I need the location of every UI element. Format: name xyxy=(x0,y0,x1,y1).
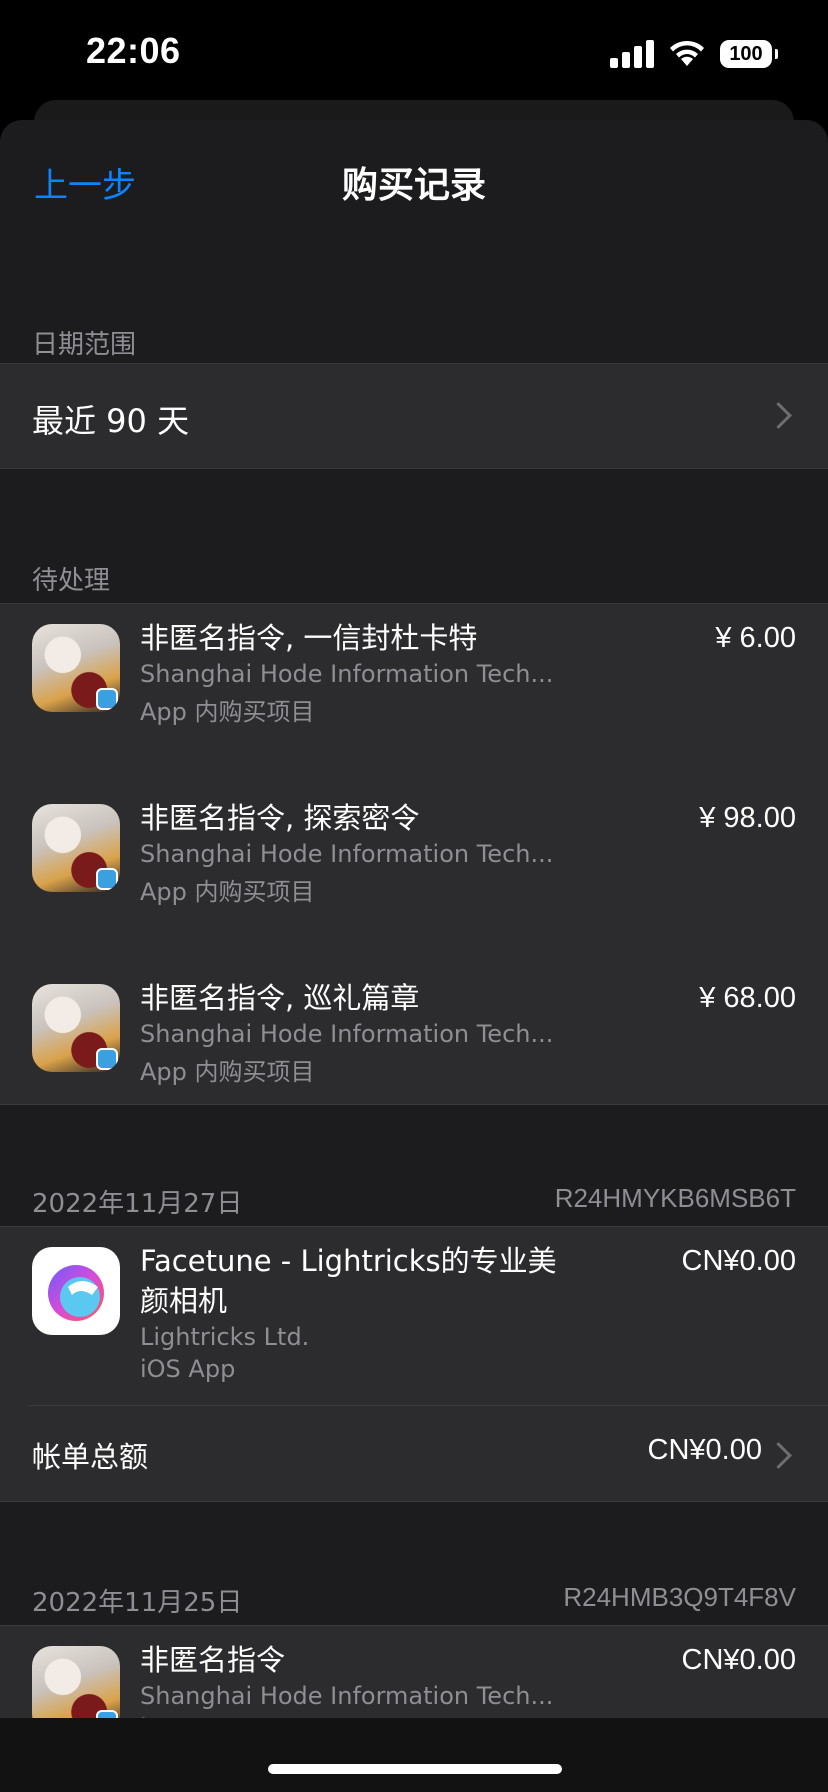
order-id: R24HMYKB6MSB6T xyxy=(554,1183,796,1213)
item-price: CN¥0.00 xyxy=(681,1644,796,1676)
item-type: iOS App xyxy=(140,1355,236,1383)
status-bar: 22:06 100 xyxy=(0,0,828,100)
order-date: 2022年11月25日 xyxy=(32,1588,243,1618)
page-title: 购买记录 xyxy=(341,165,486,206)
item-title: 非匿名指令, 巡礼篇章 xyxy=(140,981,420,1015)
chevron-right-icon xyxy=(765,402,792,429)
bilibili-badge-icon xyxy=(96,868,118,890)
bill-total-label: 帐单总额 xyxy=(32,1440,149,1474)
item-type: App 内购买项目 xyxy=(140,698,315,726)
date-range-row[interactable]: 最近 90 天 xyxy=(0,363,828,469)
date-range-value: 最近 90 天 xyxy=(32,402,190,440)
item-type: App 内购买项目 xyxy=(140,1058,315,1086)
list-item[interactable]: Facetune - Lightricks的专业美颜相机 Lightricks … xyxy=(0,1227,828,1405)
home-indicator[interactable] xyxy=(268,1764,562,1774)
purchase-history-sheet: 上一步 购买记录 日期范围 最近 90 天 待处理 非匿名指令, 一信封杜卡特 … xyxy=(0,120,828,1792)
item-developer: Shanghai Hode Information Tech... xyxy=(140,840,554,868)
bill-total-value: CN¥0.00 xyxy=(647,1434,762,1466)
battery-icon: 100 xyxy=(720,40,778,68)
item-title: 非匿名指令, 一信封杜卡特 xyxy=(140,621,478,655)
list-item[interactable]: 非匿名指令, 探索密令 Shanghai Hode Information Te… xyxy=(0,784,828,964)
item-developer: Lightricks Ltd. xyxy=(140,1323,310,1351)
facetune-logo-icon xyxy=(48,1265,104,1321)
bill-total-row[interactable]: 帐单总额 CN¥0.00 xyxy=(0,1406,828,1502)
bilibili-badge-icon xyxy=(96,688,118,710)
item-developer: Shanghai Hode Information Tech... xyxy=(140,1682,554,1710)
item-developer: Shanghai Hode Information Tech... xyxy=(140,660,554,688)
list-item[interactable]: 非匿名指令, 巡礼篇章 Shanghai Hode Information Te… xyxy=(0,964,828,1144)
game-app-icon xyxy=(32,624,120,712)
item-price: ¥ 68.00 xyxy=(699,982,796,1014)
item-price: CN¥0.00 xyxy=(681,1245,796,1277)
list-item[interactable]: 非匿名指令, 一信封杜卡特 Shanghai Hode Information … xyxy=(0,604,828,784)
bottom-bar xyxy=(0,1718,828,1792)
order-group: Facetune - Lightricks的专业美颜相机 Lightricks … xyxy=(0,1226,828,1502)
game-app-icon xyxy=(32,984,120,1072)
date-range-header: 日期范围 xyxy=(32,330,137,360)
item-title: Facetune - Lightricks的专业美颜相机 xyxy=(140,1244,557,1318)
item-title: 非匿名指令, 探索密令 xyxy=(140,801,420,835)
bilibili-badge-icon xyxy=(96,1048,118,1070)
item-price: ¥ 6.00 xyxy=(715,622,796,654)
status-time: 22:06 xyxy=(86,30,181,71)
cellular-signal-icon xyxy=(610,40,654,68)
pending-header: 待处理 xyxy=(32,566,111,596)
game-app-icon xyxy=(32,804,120,892)
order-date: 2022年11月27日 xyxy=(32,1189,243,1219)
status-icons: 100 xyxy=(610,40,778,68)
chevron-right-icon xyxy=(765,1442,792,1469)
item-title: 非匿名指令 xyxy=(140,1643,286,1677)
wifi-icon xyxy=(670,40,704,66)
navigation-bar: 上一步 购买记录 xyxy=(0,120,828,240)
screen: 22:06 100 上一步 购买记录 日期范围 最近 90 天 待处理 非匿名指… xyxy=(0,0,828,1792)
pending-list: 非匿名指令, 一信封杜卡特 Shanghai Hode Information … xyxy=(0,603,828,1105)
order-id: R24HMB3Q9T4F8V xyxy=(563,1582,796,1612)
item-type: App 内购买项目 xyxy=(140,878,315,906)
item-developer: Shanghai Hode Information Tech... xyxy=(140,1020,554,1048)
battery-level: 100 xyxy=(729,42,763,65)
facetune-app-icon xyxy=(32,1247,120,1335)
item-price: ¥ 98.00 xyxy=(699,802,796,834)
